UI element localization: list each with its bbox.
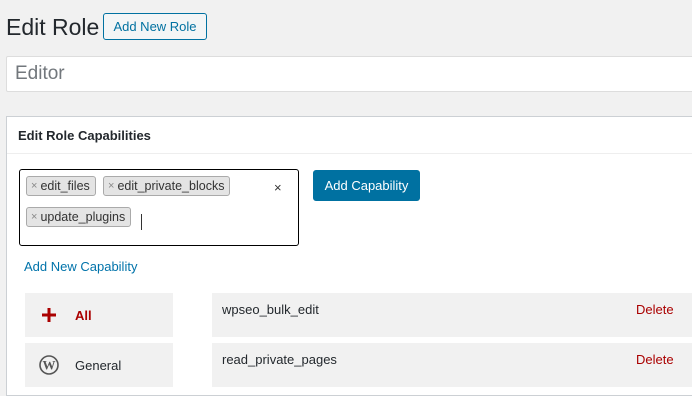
- tag-label: update_plugins: [40, 210, 126, 224]
- tag-chip: × update_plugins: [26, 207, 132, 227]
- tag-chip: × edit_private_blocks: [103, 176, 231, 196]
- delete-capability-link[interactable]: Delete: [636, 352, 674, 367]
- tag-label: edit_private_blocks: [117, 179, 225, 193]
- page-title: Edit Role: [6, 14, 100, 40]
- add-new-role-button[interactable]: Add New Role: [103, 13, 207, 40]
- clear-all-icon[interactable]: ×: [274, 180, 282, 195]
- capability-name: wpseo_bulk_edit: [222, 302, 319, 317]
- text-cursor: [141, 214, 142, 230]
- group-label: All: [75, 307, 92, 323]
- capabilities-panel-title: Edit Role Capabilities: [7, 117, 692, 154]
- add-new-capability-link[interactable]: Add New Capability: [24, 259, 137, 274]
- svg-text:W: W: [43, 358, 56, 373]
- tag-remove-icon[interactable]: ×: [31, 180, 37, 192]
- capability-tag-input[interactable]: × edit_files × edit_private_blocks × × u…: [19, 169, 299, 246]
- group-item-general[interactable]: W General: [25, 343, 173, 387]
- group-label: General: [75, 357, 122, 373]
- capability-row: read_private_pages Delete: [212, 343, 692, 387]
- tag-chip: × edit_files: [26, 176, 96, 196]
- capabilities-panel: Edit Role Capabilities × edit_files × ed…: [6, 116, 692, 396]
- capability-row: wpseo_bulk_edit Delete: [212, 293, 692, 337]
- role-name-input[interactable]: Editor: [6, 56, 692, 92]
- tag-label: edit_files: [40, 179, 90, 193]
- tag-remove-icon[interactable]: ×: [31, 211, 37, 223]
- delete-capability-link[interactable]: Delete: [636, 302, 674, 317]
- group-item-all[interactable]: All: [25, 293, 173, 337]
- page-header: Edit Role: [6, 12, 99, 42]
- tag-remove-icon[interactable]: ×: [108, 180, 114, 192]
- wordpress-icon: W: [37, 355, 61, 375]
- plus-icon: [37, 308, 61, 322]
- add-capability-button[interactable]: Add Capability: [313, 170, 420, 201]
- capability-name: read_private_pages: [222, 352, 337, 367]
